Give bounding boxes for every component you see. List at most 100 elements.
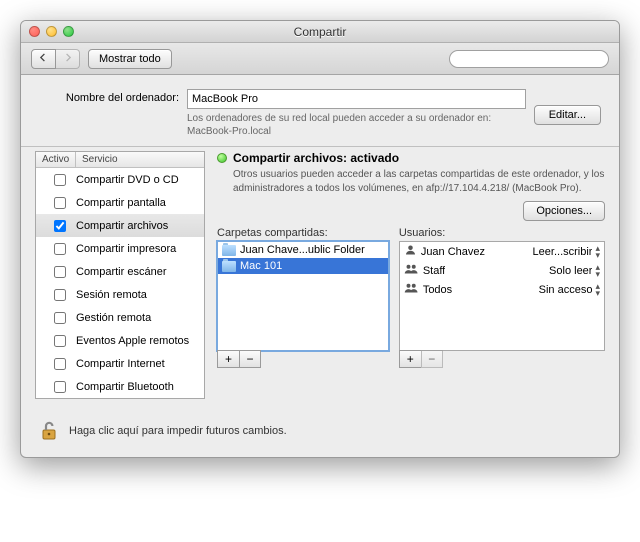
search-field[interactable] (460, 52, 606, 66)
service-checkbox[interactable] (54, 197, 66, 209)
service-checkbox[interactable] (54, 243, 66, 255)
folder-row[interactable]: Juan Chave...ublic Folder (218, 242, 388, 258)
computer-name-label: Nombre del ordenador: (39, 89, 179, 104)
service-label: Sesión remota (76, 289, 198, 301)
toolbar: Mostrar todo (21, 43, 619, 75)
permission-stepper-icon[interactable]: ▴▾ (595, 264, 600, 278)
window-title: Compartir (21, 25, 619, 39)
users-label: Usuarios: (399, 227, 605, 239)
services-body[interactable]: Compartir DVD o CD Compartir pantalla Comp… (36, 168, 204, 398)
permission-label: Sin acceso (539, 284, 593, 296)
status-label: Compartir archivos: activado (233, 151, 399, 165)
computer-name-field[interactable] (187, 89, 526, 109)
service-checkbox[interactable] (54, 312, 66, 324)
titlebar: Compartir (21, 21, 619, 43)
service-label: Compartir impresora (76, 243, 198, 255)
status-description: Otros usuarios pueden acceder a las carp… (233, 168, 605, 195)
folder-icon (222, 245, 236, 256)
help-line-2: MacBook-Pro.local (187, 126, 271, 137)
service-label: Compartir escáner (76, 266, 198, 278)
chevron-left-icon (39, 53, 48, 65)
service-checkbox[interactable] (54, 289, 66, 301)
service-row[interactable]: Compartir pantalla (36, 191, 204, 214)
minimize-icon[interactable] (46, 26, 57, 37)
shared-folders-label: Carpetas compartidas: (217, 227, 389, 239)
main-content: Activo Servicio Compartir DVD o CDCompar… (21, 147, 619, 409)
permission-label: Leer...scribir (533, 246, 593, 258)
service-row[interactable]: Compartir archivos (36, 214, 204, 237)
service-detail: Compartir archivos: activado Otros usuar… (217, 151, 605, 399)
window-controls (29, 26, 74, 37)
options-button[interactable]: Opciones... (523, 201, 605, 221)
status-row: Compartir archivos: activado (217, 151, 605, 165)
service-row[interactable]: Sesión remota (36, 283, 204, 306)
user-label: Staff (423, 265, 445, 277)
folders-plus-minus: + − (217, 350, 389, 368)
service-row[interactable]: Compartir impresora (36, 237, 204, 260)
user-row[interactable]: Todos Sin acceso▴▾ (400, 280, 604, 299)
user-label: Juan Chavez (421, 246, 485, 258)
service-row[interactable]: Compartir Internet (36, 352, 204, 375)
folder-row[interactable]: Mac 101 (218, 258, 388, 274)
services-header: Activo Servicio (36, 152, 204, 168)
service-label: Gestión remota (76, 312, 198, 324)
computer-name-section: Nombre del ordenador: Los ordenadores de… (21, 75, 619, 146)
help-line-1: Los ordenadores de su red local pueden a… (187, 113, 491, 124)
permission-label: Solo leer (549, 265, 592, 277)
edit-name-button[interactable]: Editar... (534, 105, 601, 125)
service-row[interactable]: Compartir DVD o CD (36, 168, 204, 191)
service-label: Eventos Apple remotos (76, 335, 198, 347)
preferences-window: Compartir Mostrar todo Nombre del ordena… (20, 20, 620, 458)
remove-user-button[interactable]: − (421, 350, 443, 368)
status-indicator-icon (217, 153, 227, 163)
service-row[interactable]: Compartir Bluetooth (36, 375, 204, 398)
group-icon (404, 263, 419, 278)
show-all-button[interactable]: Mostrar todo (88, 49, 172, 69)
user-row[interactable]: Juan Chavez Leer...scribir▴▾ (400, 242, 604, 261)
permission-stepper-icon[interactable]: ▴▾ (595, 245, 600, 259)
lock-row[interactable]: Haga clic aquí para impedir futuros camb… (21, 409, 619, 457)
lists-row: Carpetas compartidas: Juan Chave...ublic… (217, 227, 605, 368)
folder-label: Mac 101 (240, 260, 282, 272)
service-checkbox[interactable] (54, 335, 66, 347)
close-icon[interactable] (29, 26, 40, 37)
forward-button[interactable] (56, 49, 80, 69)
service-row[interactable]: Eventos Apple remotos (36, 329, 204, 352)
col-head-service[interactable]: Servicio (76, 152, 204, 167)
add-folder-button[interactable]: + (217, 350, 239, 368)
folder-label: Juan Chave...ublic Folder (240, 244, 365, 256)
service-row[interactable]: Gestión remota (36, 306, 204, 329)
users-plus-minus: + − (399, 350, 605, 368)
service-label: Compartir DVD o CD (76, 174, 198, 186)
user-label: Todos (423, 284, 452, 296)
services-list: Activo Servicio Compartir DVD o CDCompar… (35, 151, 205, 399)
service-checkbox[interactable] (54, 174, 66, 186)
chevron-right-icon (63, 53, 72, 65)
group-icon (404, 282, 419, 297)
add-user-button[interactable]: + (399, 350, 421, 368)
search-input[interactable] (449, 50, 609, 68)
service-label: Compartir archivos (76, 220, 198, 232)
person-icon (404, 244, 417, 259)
service-label: Compartir Internet (76, 358, 198, 370)
service-checkbox[interactable] (54, 220, 66, 232)
computer-name-help: Los ordenadores de su red local pueden a… (187, 112, 526, 138)
lock-text: Haga clic aquí para impedir futuros camb… (69, 425, 287, 437)
service-checkbox[interactable] (54, 266, 66, 278)
users-list[interactable]: Juan ChavezLeer...scribir▴▾StaffSolo lee… (399, 241, 605, 351)
service-label: Compartir pantalla (76, 197, 198, 209)
lock-open-icon (37, 419, 61, 443)
user-row[interactable]: Staff Solo leer▴▾ (400, 261, 604, 280)
zoom-icon[interactable] (63, 26, 74, 37)
folder-icon (222, 261, 236, 272)
service-checkbox[interactable] (54, 381, 66, 393)
shared-folders-list[interactable]: Juan Chave...ublic Folder Mac 101 (217, 241, 389, 351)
col-head-active[interactable]: Activo (36, 152, 76, 167)
back-button[interactable] (31, 49, 56, 69)
service-row[interactable]: Compartir escáner (36, 260, 204, 283)
remove-folder-button[interactable]: − (239, 350, 261, 368)
service-checkbox[interactable] (54, 358, 66, 370)
service-label: Compartir Bluetooth (76, 381, 198, 393)
nav-back-forward (31, 49, 80, 69)
permission-stepper-icon[interactable]: ▴▾ (595, 283, 600, 297)
